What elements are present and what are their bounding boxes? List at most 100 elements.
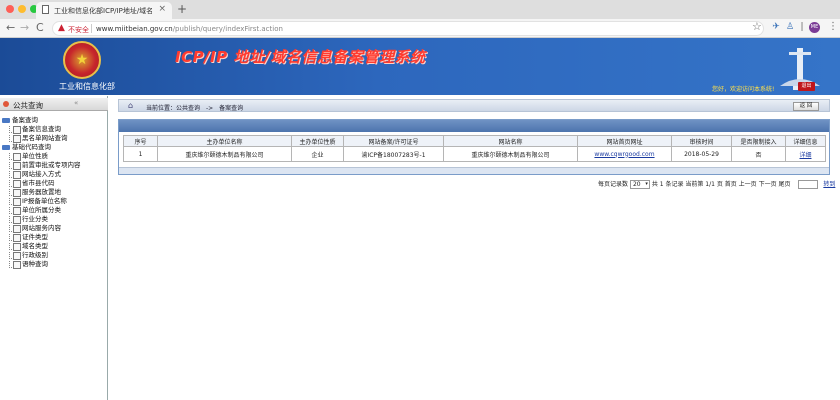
tree-item[interactable]: 备案信息查询: [2, 125, 106, 134]
column-header: 审核时间: [671, 135, 732, 147]
bookmark-star-icon[interactable]: ☆: [752, 20, 762, 33]
profile-avatar-icon[interactable]: ME: [809, 22, 820, 33]
table-cell: 否: [731, 146, 786, 162]
results-header-bar: [119, 120, 829, 132]
ministry-name: 工业和信息化部: [59, 82, 115, 91]
breadcrumb: 当前位置：公共查询 -> 备案查询: [146, 103, 247, 112]
page-number-input[interactable]: [798, 180, 819, 189]
tree-item[interactable]: 域名类型: [2, 242, 106, 251]
forward-arrow-icon[interactable]: →: [20, 21, 29, 34]
new-tab-button[interactable]: +: [177, 2, 187, 16]
back-arrow-icon[interactable]: ←: [6, 21, 15, 34]
table-cell: 企业: [291, 146, 344, 162]
browser-tab-bar: 工业和信息化部ICP/IP地址/域名信 × +: [0, 0, 840, 19]
table-cell: 重庆维尔颐德木制品有限公司: [443, 146, 578, 162]
column-header: 是否限制接入: [731, 135, 786, 147]
url-text[interactable]: www.miitbeian.gov.cn/publish/query/index…: [96, 25, 283, 33]
collapse-icon[interactable]: «: [74, 99, 78, 107]
home-icon[interactable]: ⌂: [128, 101, 133, 110]
website-link[interactable]: www.cqwrgood.com: [594, 151, 654, 158]
system-title: ICP/IP 地址/域名信息备案管理系统: [175, 48, 426, 66]
extension-person-icon[interactable]: ♙: [785, 22, 795, 32]
detail-link[interactable]: 详细: [799, 152, 811, 159]
address-bar[interactable]: ▲ 不安全 www.miitbeian.gov.cn/publish/query…: [52, 21, 764, 36]
sidebar-title: 公共查询: [13, 101, 43, 110]
results-panel: 序号 主办单位名称 主办单位性质 网站备案/许可证号 网站名称 网站首页网址 审核时间 是否限…: [118, 119, 830, 175]
document-icon: [9, 198, 21, 206]
breadcrumb-bar: ⌂ 当前位置：公共查询 -> 备案查询 返 回: [118, 99, 830, 112]
tree-item[interactable]: 行政级别: [2, 251, 106, 260]
table-row: 1 重庆维尔颐德木制品有限公司 企业 渝ICP备18007283号-1 重庆维尔颐德木制…: [123, 146, 826, 162]
column-header: 网站备案/许可证号: [343, 135, 444, 147]
tree-item-label: 省市县代码: [22, 179, 55, 187]
document-icon: [9, 162, 21, 170]
tree-item[interactable]: 服务器放置地: [2, 188, 106, 197]
tree-item-label: 单位性质: [22, 152, 48, 160]
tree-item[interactable]: IP报备单位名称: [2, 197, 106, 206]
document-icon: [9, 135, 21, 143]
tree-item-label: 备案信息查询: [22, 125, 61, 133]
table-header-row: 序号 主办单位名称 主办单位性质 网站备案/许可证号 网站名称 网站首页网址 审核时间 是否限…: [123, 135, 826, 147]
column-header: 详细信息: [785, 135, 826, 147]
close-window-button[interactable]: [6, 5, 14, 13]
tree-item-label: IP报备单位名称: [22, 197, 67, 205]
column-header: 网站名称: [443, 135, 578, 147]
tree-item[interactable]: 单位性质: [2, 152, 106, 161]
tree-item[interactable]: 省市县代码: [2, 179, 106, 188]
go-to-page-link[interactable]: 转到: [823, 181, 835, 188]
welcome-message: 您好，欢迎访问本系统!: [712, 86, 775, 93]
browser-tab[interactable]: 工业和信息化部ICP/IP地址/域名信 ×: [36, 2, 172, 19]
tree-group[interactable]: 基础代码查询: [2, 143, 106, 152]
tree-item[interactable]: 行业分类: [2, 215, 106, 224]
per-page-select[interactable]: 20 ▾: [629, 180, 650, 189]
return-button[interactable]: 返 回: [793, 102, 819, 111]
breadcrumb-arrow: ->: [205, 105, 214, 112]
sidebar: 公共查询 « 备案查询 备案信息查询 黑名单网站查询 基础代码查询 单位性质 前置审批或专…: [0, 96, 108, 400]
extension-puzzle-icon[interactable]: ✈: [771, 22, 781, 32]
tree-item[interactable]: 证件类型: [2, 233, 106, 242]
tree-group[interactable]: 备案查询: [2, 116, 106, 125]
column-header: 主办单位性质: [291, 135, 344, 147]
document-icon: [9, 261, 21, 269]
table-cell: 详细: [785, 146, 826, 162]
tree-item[interactable]: 网站服务内容: [2, 224, 106, 233]
tree-item-label: 前置审批或专项内容: [22, 161, 81, 169]
browser-toolbar: ← → C ▲ 不安全 www.miitbeian.gov.cn/publish…: [0, 19, 840, 38]
breadcrumb-current: 备案查询: [219, 105, 244, 112]
security-status[interactable]: 不安全: [68, 25, 89, 35]
document-icon: [9, 189, 21, 197]
tree-item-label: 单位所属分类: [22, 206, 61, 214]
tree-item[interactable]: 单位所属分类: [2, 206, 106, 215]
table-cell: www.cqwrgood.com: [577, 146, 672, 162]
document-icon: [9, 207, 21, 215]
tree-item-label: 行政级别: [22, 251, 48, 259]
logout-button[interactable]: 退出: [798, 82, 815, 91]
tree-item[interactable]: 语种查询: [2, 260, 106, 269]
document-icon: [9, 225, 21, 233]
table-cell: 渝ICP备18007283号-1: [343, 146, 444, 162]
minimize-window-button[interactable]: [18, 5, 26, 13]
tree-item[interactable]: 前置审批或专项内容: [2, 161, 106, 170]
document-icon: [9, 234, 21, 242]
tree-item-label: 证件类型: [22, 233, 48, 241]
browser-menu-icon[interactable]: ⋮: [828, 21, 838, 32]
close-tab-icon[interactable]: ×: [158, 4, 166, 14]
tab-title: 工业和信息化部ICP/IP地址/域名信: [54, 7, 152, 15]
tree-item[interactable]: 黑名单网站查询: [2, 134, 106, 143]
tree-group-label: 备案查询: [12, 116, 38, 124]
reload-icon[interactable]: C: [36, 21, 44, 34]
tree-group-label: 基础代码查询: [12, 143, 51, 151]
folder-icon: [2, 145, 10, 150]
table-cell: 重庆维尔颐德木制品有限公司: [157, 146, 292, 162]
document-icon: [9, 180, 21, 188]
document-icon: [9, 126, 21, 134]
folder-icon: [2, 118, 10, 123]
document-icon: [9, 153, 21, 161]
address-divider: [91, 24, 92, 33]
document-icon: [9, 171, 21, 179]
column-header: 网站首页网址: [577, 135, 672, 147]
warning-icon: ▲: [58, 23, 65, 33]
tree-item[interactable]: 网站接入方式: [2, 170, 106, 179]
query-tree: 备案查询 备案信息查询 黑名单网站查询 基础代码查询 单位性质 前置审批或专项内容 网站接入…: [2, 116, 106, 269]
tree-item-label: 服务器放置地: [22, 188, 61, 196]
